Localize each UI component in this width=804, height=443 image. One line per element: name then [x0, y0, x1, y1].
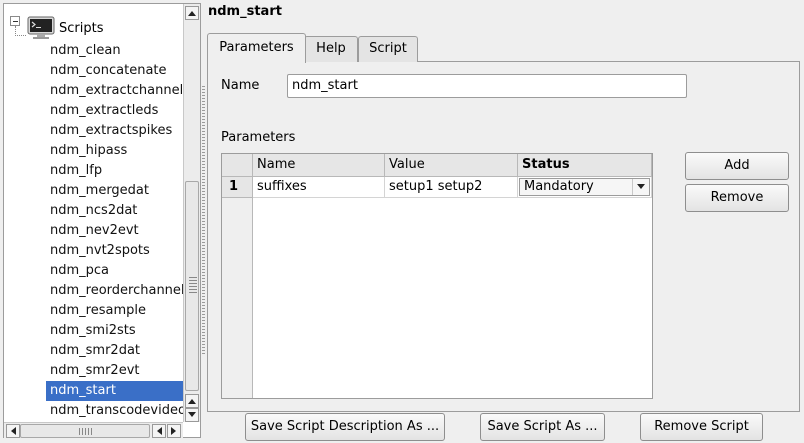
- save-script-as-button[interactable]: Save Script As ...: [480, 413, 605, 441]
- tree-item-ndm-reorderchannels[interactable]: ndm_reorderchannels: [46, 281, 183, 301]
- collapse-icon[interactable]: [10, 16, 20, 26]
- row-header-gutter: [222, 177, 253, 398]
- scroll-left-button[interactable]: [6, 424, 20, 438]
- parameters-table: Name Value Status 1 suffixes setup1 setu…: [221, 153, 653, 399]
- arrow-left-icon: [157, 427, 162, 435]
- tree-item-ndm-smr2dat[interactable]: ndm_smr2dat: [46, 341, 183, 361]
- arrow-up-icon: [188, 399, 196, 404]
- tree-item-ndm-nev2evt[interactable]: ndm_nev2evt: [46, 221, 183, 241]
- name-label: Name: [221, 78, 260, 93]
- add-parameter-button[interactable]: Add: [685, 152, 789, 180]
- tree-item-ndm-lfp[interactable]: ndm_lfp: [46, 161, 183, 181]
- terminal-icon: [27, 16, 55, 39]
- tree-horizontal-scrollbar[interactable]: [4, 422, 183, 438]
- column-header-status[interactable]: Status: [518, 154, 652, 177]
- scroll-left-button-right[interactable]: [152, 424, 166, 438]
- left-panel: Scripts ndm_clean ndm_concatenate ndm_ex…: [0, 0, 201, 443]
- tab-help[interactable]: Help: [304, 36, 358, 62]
- tree-root-scripts[interactable]: Scripts: [4, 8, 183, 39]
- tree-vertical-scrollbar[interactable]: [183, 4, 200, 422]
- scroll-grip: [79, 428, 93, 435]
- arrow-down-icon: [188, 412, 196, 417]
- status-dropdown[interactable]: Mandatory: [519, 178, 650, 196]
- save-script-description-button[interactable]: Save Script Description As ...: [245, 413, 445, 441]
- tree-item-ndm-smi2sts[interactable]: ndm_smi2sts: [46, 321, 183, 341]
- remove-script-button[interactable]: Remove Script: [640, 413, 763, 441]
- status-dropdown-value: Mandatory: [524, 179, 594, 194]
- cell-name[interactable]: suffixes: [253, 177, 385, 198]
- table-corner[interactable]: [222, 154, 253, 177]
- name-field[interactable]: ndm_start: [287, 74, 687, 98]
- scroll-thumb-horizontal[interactable]: [20, 424, 150, 438]
- parameters-label: Parameters: [221, 130, 296, 145]
- script-title: ndm_start: [208, 4, 282, 19]
- tree-item-ndm-ncs2dat[interactable]: ndm_ncs2dat: [46, 201, 183, 221]
- cell-value[interactable]: setup1 setup2: [385, 177, 518, 198]
- tree-item-ndm-mergedat[interactable]: ndm_mergedat: [46, 181, 183, 201]
- tree-item-ndm-start[interactable]: ndm_start: [46, 381, 183, 401]
- chevron-down-icon[interactable]: [632, 179, 649, 195]
- tree-item-ndm-extractchannels[interactable]: ndm_extractchannels: [46, 81, 183, 101]
- arrow-right-icon: [171, 427, 176, 435]
- tree-item-ndm-nvt2spots[interactable]: ndm_nvt2spots: [46, 241, 183, 261]
- tree-item-ndm-concatenate[interactable]: ndm_concatenate: [46, 61, 183, 81]
- scroll-right-button[interactable]: [167, 424, 181, 438]
- tree-item-ndm-pca[interactable]: ndm_pca: [46, 261, 183, 281]
- cell-status[interactable]: Mandatory: [518, 177, 652, 198]
- remove-parameter-button[interactable]: Remove: [685, 184, 789, 212]
- scroll-up-button[interactable]: [185, 6, 199, 20]
- tree-root-label: Scripts: [59, 21, 104, 36]
- tree-viewport: Scripts ndm_clean ndm_concatenate ndm_ex…: [4, 4, 183, 422]
- tree-item-ndm-extractspikes[interactable]: ndm_extractspikes: [46, 121, 183, 141]
- arrow-up-icon: [188, 11, 196, 16]
- splitter-grip[interactable]: [202, 86, 205, 354]
- tree-connector: [15, 35, 26, 36]
- column-header-value[interactable]: Value: [385, 154, 518, 177]
- scroll-thumb[interactable]: [185, 181, 199, 391]
- tree-item-ndm-smr2evt[interactable]: ndm_smr2evt: [46, 361, 183, 381]
- scroll-grip: [189, 277, 197, 293]
- arrow-left-icon: [11, 427, 16, 435]
- tab-script[interactable]: Script: [358, 36, 418, 62]
- tree-item-ndm-hipass[interactable]: ndm_hipass: [46, 141, 183, 161]
- tab-parameters[interactable]: Parameters: [207, 33, 306, 63]
- tree-item-ndm-clean[interactable]: ndm_clean: [46, 41, 183, 61]
- tree-item-ndm-extractleds[interactable]: ndm_extractleds: [46, 101, 183, 121]
- scroll-up-button-lower[interactable]: [185, 394, 199, 408]
- tree-item-ndm-transcodevideo[interactable]: ndm_transcodevideo: [46, 401, 183, 421]
- row-header-1[interactable]: 1: [222, 177, 253, 198]
- scroll-down-button[interactable]: [185, 408, 199, 422]
- tree-item-ndm-resample[interactable]: ndm_resample: [46, 301, 183, 321]
- column-header-name[interactable]: Name: [253, 154, 385, 177]
